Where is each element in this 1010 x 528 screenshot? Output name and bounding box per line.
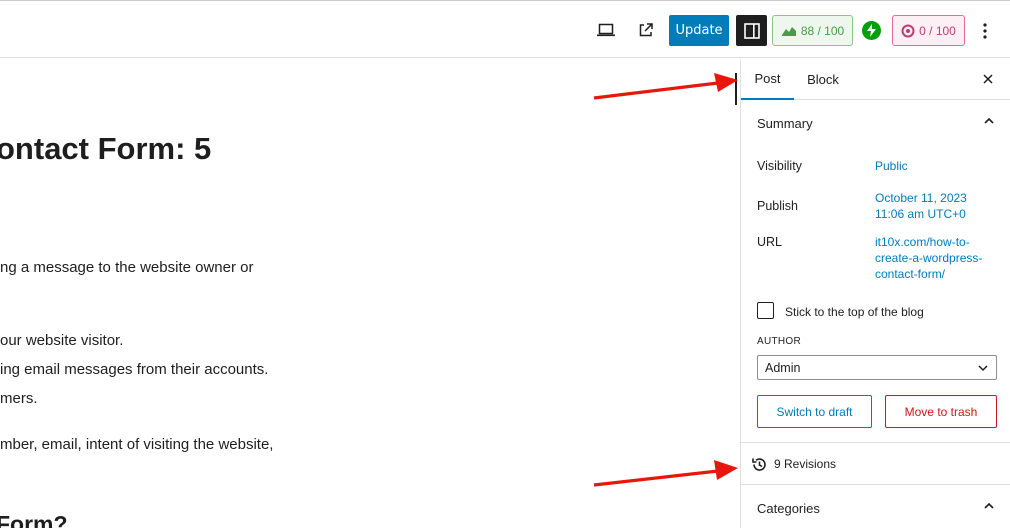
laptop-icon[interactable]	[591, 15, 621, 45]
paragraph[interactable]: ng a message to the website owner or	[0, 259, 253, 276]
revisions-link[interactable]: 9 Revisions	[751, 454, 836, 474]
divider	[741, 442, 1010, 443]
url-line: it10x.com/how-to-	[875, 235, 970, 249]
url-label: URL	[757, 235, 783, 249]
revisions-label: 9 Revisions	[774, 457, 837, 471]
close-icon[interactable]	[979, 70, 997, 88]
summary-title: Summary	[757, 115, 813, 131]
url-line: create-a-wordpress-	[875, 251, 983, 265]
text-caret	[735, 73, 737, 105]
author-label: AUTHOR	[757, 336, 802, 347]
categories-title: Categories	[757, 500, 820, 516]
list-item[interactable]: our website visitor.	[0, 332, 123, 349]
switch-to-draft-button[interactable]: Switch to draft	[757, 395, 872, 428]
sidebar-toggle-icon[interactable]	[736, 15, 767, 46]
author-value: Admin	[765, 360, 801, 375]
tab-post[interactable]: Post	[741, 59, 794, 100]
categories-panel-toggle[interactable]: Categories	[741, 486, 1010, 528]
url-link[interactable]: it10x.com/how-to- create-a-wordpress- co…	[875, 234, 982, 282]
list-item[interactable]: ing email messages from their accounts.	[0, 361, 268, 378]
sticky-checkbox[interactable]	[757, 302, 774, 319]
url-line: contact-form/	[875, 267, 946, 281]
seo-score-value: 88 / 100	[800, 23, 845, 38]
summary-panel-toggle[interactable]: Summary	[741, 101, 1010, 145]
readability-score-value: 0 / 100	[919, 23, 956, 38]
history-icon	[752, 457, 766, 471]
external-link-icon[interactable]	[631, 15, 661, 45]
publish-time: 11:06 am UTC+0	[875, 207, 966, 221]
visibility-label: Visibility	[757, 159, 802, 173]
publish-label: Publish	[757, 199, 798, 213]
author-select[interactable]: Admin	[757, 355, 997, 380]
paragraph[interactable]: mber, email, intent of visiting the webs…	[0, 436, 273, 453]
chevron-up-icon	[984, 502, 994, 509]
editor-canvas[interactable]: ontact Form: 5 ng a message to the websi…	[0, 59, 740, 528]
list-item[interactable]: mers.	[0, 390, 38, 407]
sidebar-tabs: Post Block	[741, 59, 1010, 100]
publish-date: October 11, 2023	[875, 191, 967, 205]
settings-sidebar: Post Block Summary Visibility Public Pub…	[740, 59, 1010, 528]
seo-score-button[interactable]: 88 / 100	[772, 15, 853, 46]
jetpack-icon[interactable]	[862, 21, 881, 40]
readability-icon	[901, 24, 915, 37]
publish-date-link[interactable]: October 11, 2023 11:06 am UTC+0	[875, 190, 967, 222]
move-to-trash-button[interactable]: Move to trash	[885, 395, 997, 428]
sticky-label[interactable]: Stick to the top of the blog	[785, 305, 924, 319]
divider	[741, 484, 1010, 485]
visibility-value[interactable]: Public	[875, 158, 908, 174]
editor-toolbar: Update 88 / 100 0 / 100	[0, 0, 1010, 58]
section-heading[interactable]: Form?	[0, 511, 68, 528]
readability-score-button[interactable]: 0 / 100	[892, 15, 965, 46]
kebab-menu-icon[interactable]	[974, 15, 996, 46]
chevron-down-icon	[978, 365, 988, 372]
post-heading[interactable]: ontact Form: 5	[0, 131, 211, 167]
tab-block[interactable]: Block	[798, 59, 848, 100]
chevron-up-icon	[984, 117, 994, 124]
seo-icon	[781, 26, 796, 36]
update-button[interactable]: Update	[669, 15, 729, 46]
